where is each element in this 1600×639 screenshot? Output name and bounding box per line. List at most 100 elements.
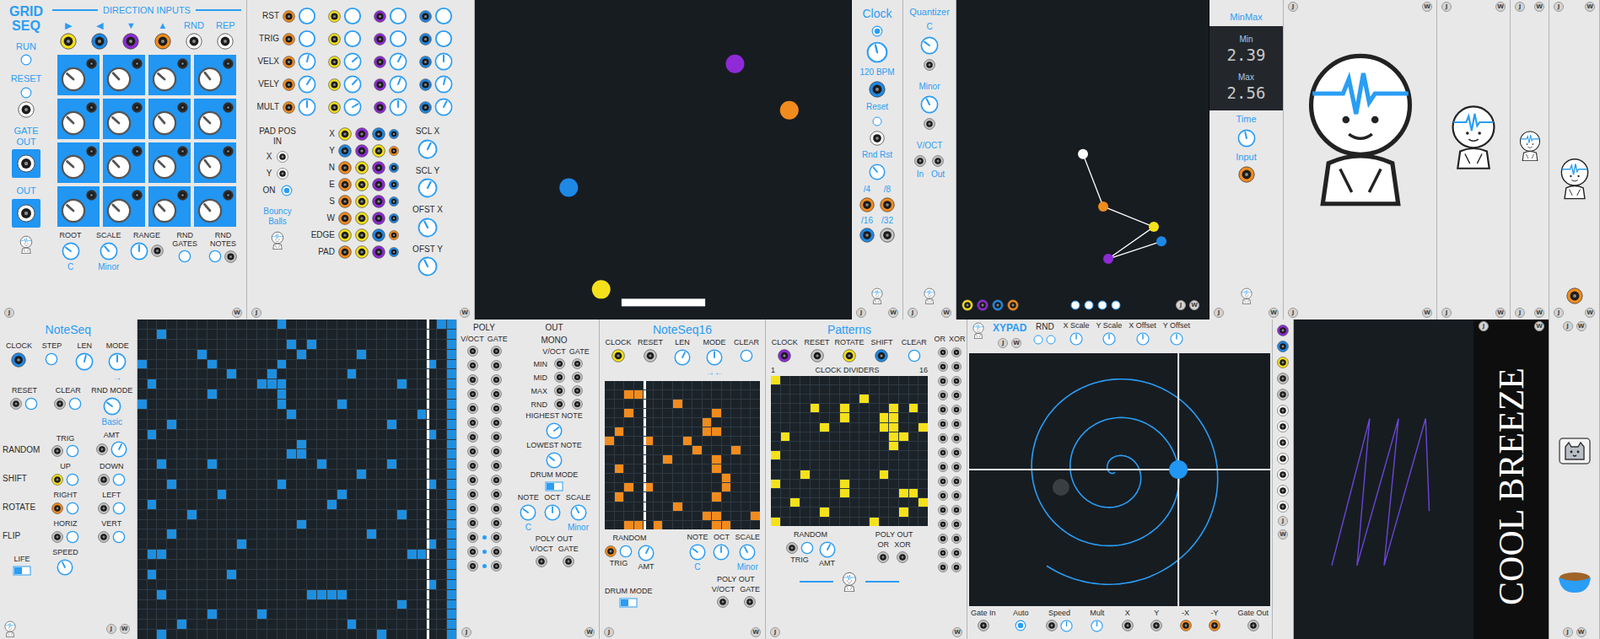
- grid-cell[interactable]: [397, 500, 407, 510]
- grid-cell[interactable]: [286, 510, 297, 520]
- grid-cell[interactable]: [417, 479, 427, 490]
- grid-cell[interactable]: [741, 511, 751, 521]
- grid-cell[interactable]: [366, 600, 377, 610]
- grid-cell[interactable]: [770, 404, 781, 413]
- grid-cell[interactable]: [426, 339, 437, 350]
- grid-cell[interactable]: [267, 459, 277, 469]
- grid-cell[interactable]: [307, 520, 317, 530]
- grid-cell[interactable]: [741, 418, 751, 427]
- button[interactable]: [297, 29, 317, 49]
- grid-cell[interactable]: [156, 520, 167, 530]
- jack[interactable]: [554, 385, 566, 397]
- button[interactable]: [388, 6, 408, 26]
- jack[interactable]: [490, 431, 502, 443]
- grid-cell[interactable]: [604, 511, 615, 521]
- grid-cell[interactable]: [327, 609, 337, 620]
- grid-cell[interactable]: [417, 420, 427, 430]
- grid-cell[interactable]: [426, 440, 437, 450]
- grid-cell[interactable]: [387, 590, 397, 600]
- button[interactable]: [1083, 300, 1094, 311]
- jack[interactable]: [16, 154, 36, 173]
- grid-cell[interactable]: [207, 479, 217, 490]
- grid-cell[interactable]: [604, 502, 615, 512]
- jack[interactable]: [131, 145, 143, 157]
- grid-cell[interactable]: [286, 490, 297, 500]
- grid-cell[interactable]: [634, 399, 644, 409]
- knob[interactable]: [297, 75, 317, 94]
- grid-cell[interactable]: [819, 376, 830, 385]
- grid-cell[interactable]: [317, 459, 327, 469]
- grid-cell[interactable]: [377, 350, 387, 360]
- grid-cell[interactable]: [356, 469, 367, 480]
- grid-cell[interactable]: [407, 389, 417, 399]
- grid-cell[interactable]: [397, 570, 407, 580]
- grid-cell[interactable]: [634, 474, 644, 483]
- grid-cell[interactable]: [277, 609, 287, 620]
- grid-cell[interactable]: [167, 539, 177, 550]
- grid-cell[interactable]: [317, 360, 327, 370]
- grid-cell[interactable]: [624, 381, 634, 390]
- grid-cell[interactable]: [147, 430, 157, 440]
- grid-cell[interactable]: [397, 529, 407, 539]
- knob[interactable]: [519, 504, 537, 522]
- grid-cell[interactable]: [634, 381, 644, 390]
- grid-cell[interactable]: [167, 350, 177, 360]
- grid-cell[interactable]: [624, 464, 634, 474]
- grid-cell[interactable]: [436, 420, 447, 430]
- grid-cell[interactable]: [387, 469, 397, 480]
- grid-cell[interactable]: [702, 511, 712, 521]
- grid-cell[interactable]: [217, 319, 227, 329]
- grid-cell[interactable]: [257, 609, 267, 620]
- grid-cell[interactable]: [147, 389, 157, 399]
- grid-cell[interactable]: [327, 469, 337, 480]
- grid-cell[interactable]: [167, 459, 177, 469]
- step-pad[interactable]: [102, 186, 146, 227]
- grid-cell[interactable]: [277, 459, 287, 469]
- grid-cell[interactable]: [366, 630, 377, 639]
- grid-cell[interactable]: [604, 483, 615, 492]
- grid-cell[interactable]: [267, 430, 277, 440]
- grid-cell[interactable]: [869, 404, 879, 413]
- grid-cell[interactable]: [337, 510, 347, 520]
- grid-cell[interactable]: [347, 490, 357, 500]
- grid-cell[interactable]: [634, 446, 644, 455]
- grid-cell[interactable]: [187, 369, 197, 379]
- grid-cell[interactable]: [267, 490, 277, 500]
- grid-cell[interactable]: [237, 630, 247, 639]
- grid-cell[interactable]: [337, 580, 347, 590]
- grid-cell[interactable]: [207, 600, 217, 610]
- grid-cell[interactable]: [197, 580, 207, 590]
- grid-cell[interactable]: [237, 469, 247, 480]
- grid-cell[interactable]: [347, 440, 357, 450]
- jack[interactable]: [282, 78, 296, 92]
- grid-cell[interactable]: [436, 560, 447, 570]
- grid-cell[interactable]: [217, 449, 227, 459]
- grid-cell[interactable]: [436, 590, 447, 600]
- button[interactable]: [280, 184, 293, 197]
- grid-cell[interactable]: [267, 520, 277, 530]
- jack[interactable]: [355, 245, 369, 259]
- grid-cell[interactable]: [387, 619, 397, 630]
- step-pad[interactable]: [193, 186, 237, 227]
- jack[interactable]: [355, 144, 369, 158]
- grid-cell[interactable]: [436, 490, 447, 500]
- grid-cell[interactable]: [447, 369, 457, 379]
- grid-cell[interactable]: [147, 360, 157, 370]
- grid-cell[interactable]: [614, 474, 625, 483]
- grid-cell[interactable]: [436, 459, 447, 469]
- knob[interactable]: [297, 52, 317, 71]
- grid-cell[interactable]: [277, 360, 287, 370]
- grid-cell[interactable]: [286, 529, 297, 539]
- grid-cell[interactable]: [267, 449, 277, 459]
- grid-cell[interactable]: [702, 483, 712, 492]
- grid-cell[interactable]: [781, 413, 791, 422]
- grid-cell[interactable]: [750, 409, 760, 418]
- grid-cell[interactable]: [356, 549, 367, 560]
- grid-cell[interactable]: [397, 329, 407, 340]
- grid-cell[interactable]: [187, 490, 197, 500]
- grid-cell[interactable]: [307, 619, 317, 630]
- grid-cell[interactable]: [426, 459, 437, 469]
- grid-cell[interactable]: [387, 389, 397, 399]
- grid-cell[interactable]: [237, 360, 247, 370]
- grid-cell[interactable]: [257, 389, 267, 399]
